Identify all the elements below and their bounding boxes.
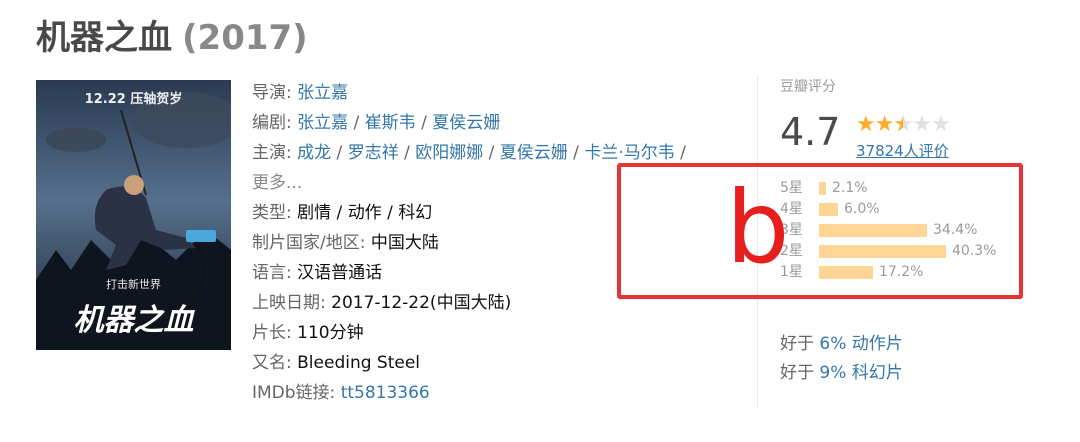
aka-label: 又名: (252, 353, 292, 373)
better-than-prefix: 好于 (780, 363, 814, 383)
better-than-link[interactable]: 6% 动作片 (819, 334, 902, 354)
movie-poster[interactable]: 12.22 压轴贺岁 打击新世界 机器之血 (36, 80, 231, 350)
director-label: 导演: (252, 83, 292, 103)
aka-row: 又名: Bleeding Steel (252, 348, 732, 378)
imdb-link[interactable]: tt5813366 (341, 383, 430, 403)
rating-header: 豆瓣评分 (780, 79, 836, 95)
runtime-label: 片长: (252, 323, 292, 343)
better-than-row: 好于 6% 动作片 (780, 330, 903, 359)
better-than: 好于 6% 动作片 好于 9% 科幻片 (780, 330, 903, 388)
genre-label: 类型: (252, 203, 292, 223)
director-row: 导演: 张立嘉 (252, 78, 732, 108)
writer-link[interactable]: 夏侯云姗 (432, 113, 500, 133)
writer-label: 编剧: (252, 113, 292, 133)
rating-score: 4.7 (780, 110, 841, 154)
movie-title: 机器之血 (2017) (36, 10, 308, 59)
rating-panel: 豆瓣评分 4.7 ★★★★★ 37824人评价 (780, 76, 1060, 160)
language-value: 汉语普通话 (297, 263, 383, 283)
better-than-row: 好于 9% 科幻片 (780, 359, 903, 388)
star-full-icon: ★ (874, 112, 895, 137)
movie-year: (2017) (182, 18, 308, 58)
star-empty-icon: ★ (912, 112, 932, 137)
country-value: 中国大陆 (370, 233, 439, 253)
runtime-value: 110分钟 (297, 323, 364, 343)
poster-slogan: 打击新世界 (106, 278, 161, 291)
more-cast-toggle[interactable]: 更多... (252, 173, 302, 193)
aka-value: Bleeding Steel (297, 353, 421, 373)
cast-link[interactable]: 罗志祥 (348, 143, 399, 163)
cast-link[interactable]: 夏侯云姗 (500, 143, 568, 163)
better-than-prefix: 好于 (780, 334, 814, 354)
writer-row: 编剧: 张立嘉 / 崔斯韦 / 夏侯云姗 (252, 113, 501, 133)
writer-link[interactable]: 崔斯韦 (365, 113, 416, 133)
cast-link[interactable]: 欧阳娜娜 (415, 143, 483, 163)
genre-value: 科幻 (398, 203, 433, 223)
imdb-label: IMDb链接: (252, 383, 336, 403)
genre-value: 动作 (347, 203, 382, 223)
release-label: 上映日期: (252, 293, 326, 313)
rating-votes-link[interactable]: 37824人评价 (856, 140, 949, 161)
runtime-row: 片长: 110分钟 (252, 318, 732, 348)
rating-stars: ★★★ ★★ (856, 112, 951, 137)
imdb-row: IMDb链接: tt5813366 (252, 378, 732, 408)
director-link[interactable]: 张立嘉 (297, 83, 348, 103)
annotation-mark: b (726, 169, 790, 286)
cast-link[interactable]: 成龙 (297, 143, 331, 163)
star-full-icon: ★ (856, 112, 876, 137)
genre-value: 剧情 (297, 203, 332, 223)
poster-top-text: 12.22 压轴贺岁 (84, 92, 183, 107)
better-than-link[interactable]: 9% 科幻片 (819, 363, 902, 383)
annotation-box (617, 163, 1023, 299)
writer-link[interactable]: 张立嘉 (297, 113, 348, 133)
country-label: 制片国家/地区: (252, 233, 366, 253)
poster-logo: 机器之血 (73, 303, 194, 338)
movie-name: 机器之血 (36, 18, 172, 58)
release-value: 2017-12-22(中国大陆) (331, 293, 512, 313)
star-half-icon: ★ (893, 112, 913, 137)
language-label: 语言: (252, 263, 292, 283)
star-empty-icon: ★ (930, 112, 951, 137)
cast-link[interactable]: 卡兰·马尔韦 (584, 143, 674, 163)
cast-label: 主演: (252, 143, 292, 163)
